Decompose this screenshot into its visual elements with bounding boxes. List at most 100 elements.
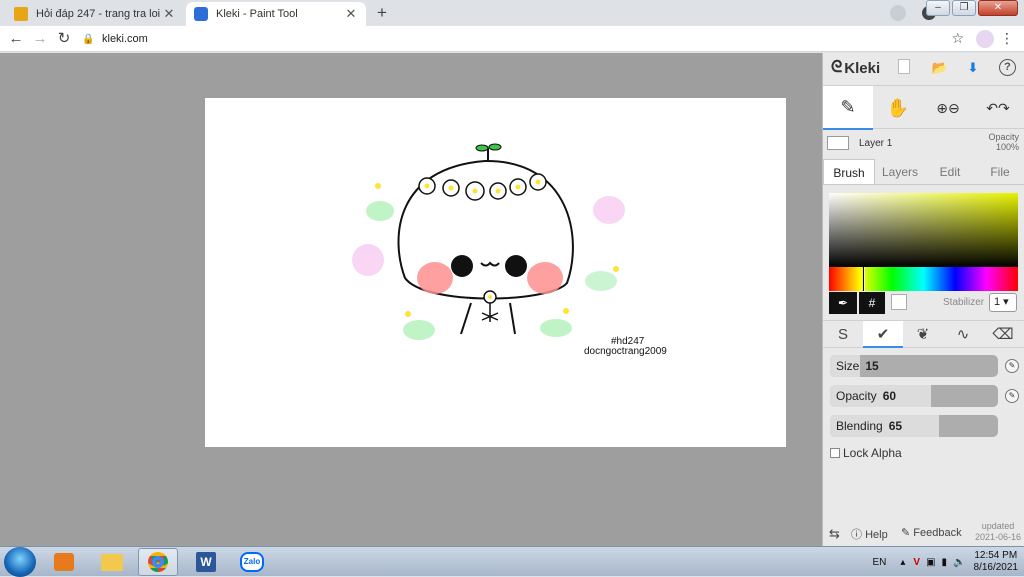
blend-brush-icon[interactable]: ✔ [863,321,903,348]
tray-expand-icon[interactable]: ▴ [900,557,905,568]
lock-alpha-checkbox[interactable]: Lock Alpha [830,446,902,460]
eraser-icon[interactable]: ⌫ [983,321,1023,348]
blending-label: Blending [836,419,883,433]
extension-icon[interactable] [976,30,994,48]
minimize-button[interactable]: – [926,0,950,16]
size-value: 15 [865,359,879,373]
eyedropper-icon[interactable]: ✒ [829,292,857,314]
help-label: Help [865,529,888,541]
brush-tool-button[interactable]: ✎ [823,86,873,130]
system-tray: EN ▴ V ▣ ▮ 🔈 12:54 PM 8/16/2021 [872,547,1018,577]
kleki-logo: ᘓ Kleki [823,53,1024,83]
hoidap-favicon-icon [14,7,28,21]
word-icon[interactable]: W [186,548,226,576]
tray-app-icon[interactable]: ▣ [926,557,935,568]
clock-date: 8/16/2021 [973,562,1019,573]
antivirus-icon[interactable]: V [913,557,920,568]
layer-name: Layer 1 [859,138,893,149]
word-label: W [196,552,216,572]
network-icon[interactable]: ▮ [942,557,948,568]
tab-layers[interactable]: Layers [875,159,925,184]
restore-button[interactable]: ❐ [952,0,976,16]
panel-footer: ⇆ ⓘ Help ✎ Feedback updated 2021-06-16 [823,521,1024,545]
open-folder-icon[interactable]: 📂 [931,59,949,77]
tab-close-icon[interactable]: ✕ [162,6,176,22]
tab-hoidap247[interactable]: Hỏi đáp 247 - trang tra loi ✕ [6,2,184,26]
canvas-workspace[interactable]: #hd247 docngoctrang2009 [0,53,822,546]
help-link[interactable]: ⓘ Help [851,526,888,542]
hue-slider-handle[interactable] [863,267,865,291]
window-controls: – ❐ ✕ [926,0,1018,16]
opacity-pressure-toggle-icon[interactable]: ✎ [1005,389,1019,403]
pen-brush-icon[interactable]: S [823,321,863,348]
undo-redo-buttons[interactable]: ↶↷ [973,86,1023,130]
reload-icon[interactable]: ↻ [54,29,74,49]
pixel-brush-icon[interactable]: ∿ [943,321,983,348]
tab-brush[interactable]: Brush [823,159,875,184]
opacity-value: 60 [882,389,897,403]
zoom-in-out-icon: ⊕⊖ [936,99,960,116]
file-explorer-icon[interactable] [92,548,132,576]
drawing-canvas[interactable]: #hd247 docngoctrang2009 [205,98,786,447]
hand-tool-button[interactable]: ✋ [873,86,923,130]
tab-kleki[interactable]: Kleki - Paint Tool ✕ [186,2,366,26]
clock[interactable]: 12:54 PM 8/16/2021 [974,550,1019,574]
help-icon[interactable]: ? [999,59,1016,76]
blending-slider[interactable]: Blending 65 [830,415,998,437]
updated-label: updated [981,521,1015,531]
windows-taskbar: W Zalo EN ▴ V ▣ ▮ 🔈 12:54 PM 8/16/2021 [0,546,1024,577]
opacity-slider[interactable]: Opacity 60 [830,385,998,407]
feedback-link[interactable]: ✎ Feedback [901,526,962,539]
language-indicator[interactable]: EN [872,557,886,568]
chrome-icon[interactable] [138,548,178,576]
feedback-label: Feedback [913,527,962,539]
back-arrow-icon[interactable]: ← [6,29,26,49]
forward-arrow-icon[interactable]: → [30,29,50,49]
hue-slider[interactable] [829,267,1018,291]
layer-preview-row[interactable]: Layer 1 Opacity 100% [823,131,1024,157]
volume-icon[interactable]: 🔈 [953,557,965,568]
close-window-button[interactable]: ✕ [978,0,1018,16]
stabilizer-select[interactable]: 1 ▾ [989,293,1017,312]
media-player-icon[interactable] [44,548,84,576]
checkbox-icon[interactable] [830,448,840,458]
updated-info: updated 2021-06-16 [975,521,1021,543]
tab-title: Kleki - Paint Tool [216,8,298,20]
browser-menu-icon[interactable]: ⋮ [1000,30,1014,47]
browser-tab-strip: Hỏi đáp 247 - trang tra loi ✕ Kleki - Pa… [0,0,1024,26]
new-image-icon[interactable] [898,59,910,74]
zalo-label: Zalo [240,552,264,572]
app-name: Kleki [844,59,881,77]
tab-edit[interactable]: Edit [925,159,975,184]
layer-thumbnail [827,136,849,150]
start-button[interactable] [4,547,36,577]
url-text: kleki.com [102,33,148,45]
size-pressure-toggle-icon[interactable]: ✎ [1005,359,1019,373]
lock-icon: 🔒 [82,33,95,45]
stabilizer-value: 1 [994,296,1001,308]
zalo-icon[interactable]: Zalo [232,548,272,576]
size-slider[interactable]: Size 15 [830,355,998,377]
zoom-buttons[interactable]: ⊕⊖ [923,86,973,130]
new-tab-button[interactable]: + [372,3,392,23]
size-slider-label: Size 15 [836,359,879,373]
tool-row: ✎ ✋ ⊕⊖ ↶↷ [823,85,1024,130]
hand-icon: ✋ [886,97,910,118]
canvas-caption-name: docngoctrang2009 [584,346,667,357]
drawing-artwork [352,143,625,340]
tab-close-icon[interactable]: ✕ [344,6,358,22]
sketchy-brush-icon[interactable]: ❦ [903,321,943,348]
tab-file[interactable]: File [975,159,1024,184]
hex-input-button[interactable]: # [859,292,885,314]
secondary-color-swatch[interactable] [891,294,907,310]
color-saturation-picker[interactable] [829,193,1018,267]
tab-search-icon[interactable] [890,5,906,21]
address-bar[interactable]: 🔒 kleki.com [82,29,948,49]
kleki-logo-icon: ᘓ [831,59,843,76]
clock-time: 12:54 PM [974,550,1018,561]
undo-redo-icon: ↶↷ [986,99,1010,116]
opacity-slider-label: Opacity 60 [836,389,896,403]
bookmark-star-icon[interactable]: ☆ [951,30,964,47]
download-icon[interactable]: ⬇ [964,59,982,77]
swap-side-icon[interactable]: ⇆ [829,526,840,542]
